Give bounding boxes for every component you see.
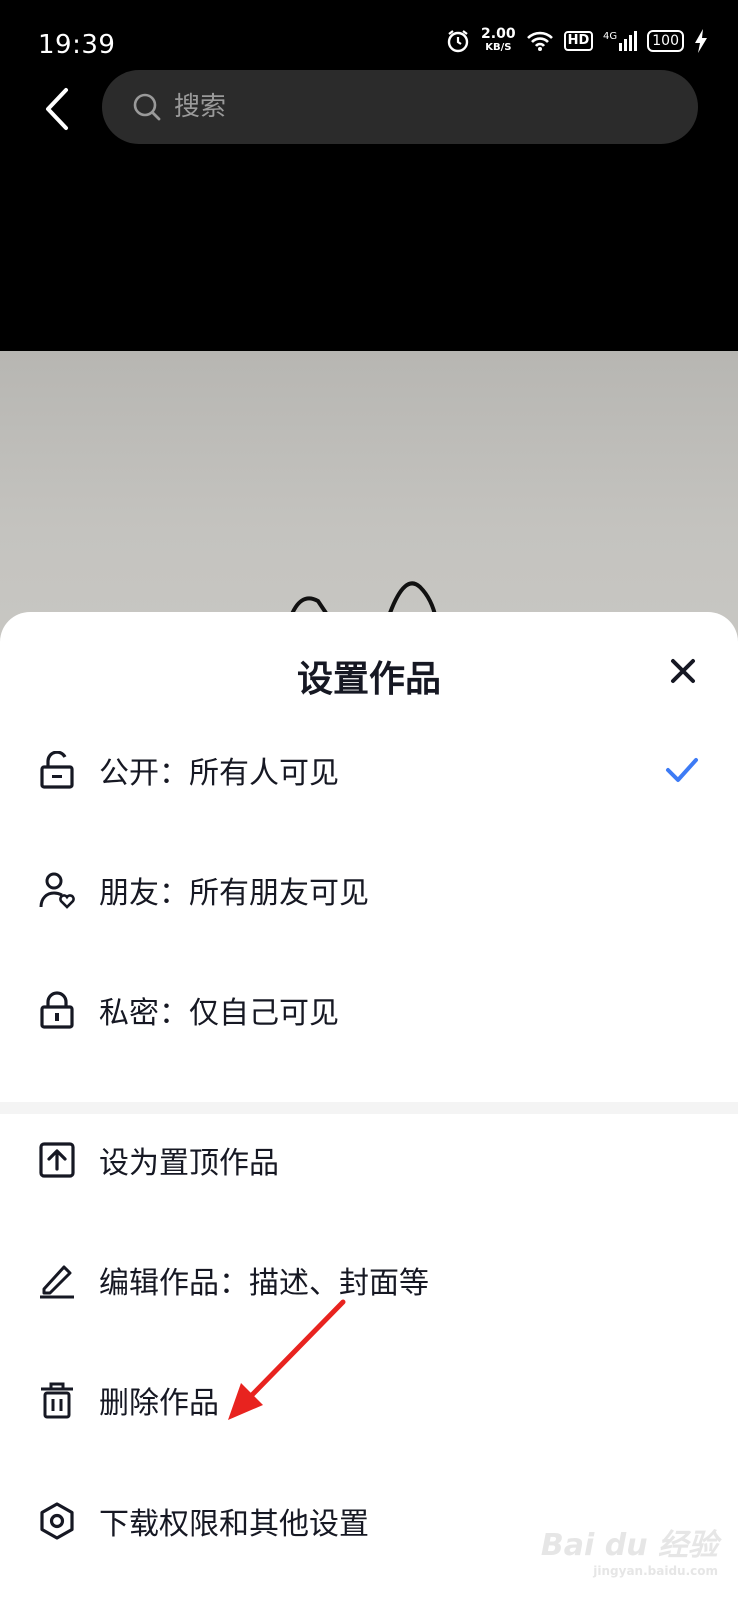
alarm-icon bbox=[447, 30, 469, 53]
top-bar bbox=[0, 64, 738, 152]
action-edit[interactable]: 编辑作品：描述、封面等 bbox=[0, 1220, 738, 1340]
cat-drawing bbox=[288, 581, 438, 621]
hd-badge: HD bbox=[563, 31, 594, 51]
status-time: 19:39 bbox=[38, 30, 116, 60]
video-preview bbox=[0, 351, 738, 651]
settings-sheet: 设置作品 公开：所有人可见 朋友：所有朋友可见 私密：仅自己可见 设为置顶作品 … bbox=[0, 612, 738, 1600]
svg-text:4G: 4G bbox=[603, 31, 617, 42]
search-bar[interactable] bbox=[102, 70, 698, 144]
charging-icon bbox=[695, 29, 707, 53]
privacy-option-label: 公开：所有人可见 bbox=[99, 756, 339, 791]
unlock-icon bbox=[40, 751, 74, 789]
search-icon bbox=[133, 93, 161, 121]
watermark: Bai du 经验 jingyan.baidu.com bbox=[540, 1528, 718, 1578]
privacy-option-private[interactable]: 私密：仅自己可见 bbox=[0, 950, 738, 1070]
sheet-title: 设置作品 bbox=[296, 659, 441, 700]
pencil-icon bbox=[40, 1265, 74, 1299]
settings-hexagon-icon bbox=[40, 1502, 74, 1540]
search-input[interactable] bbox=[172, 91, 656, 123]
action-label: 设为置顶作品 bbox=[99, 1146, 279, 1181]
signal-icon: 4G bbox=[603, 31, 638, 51]
privacy-option-label: 私密：仅自己可见 bbox=[99, 996, 339, 1031]
privacy-option-label: 朋友：所有朋友可见 bbox=[99, 876, 369, 911]
net-speed: 2.00 KB/S bbox=[481, 26, 516, 53]
pin-top-icon bbox=[39, 1142, 75, 1178]
action-pin-top[interactable]: 设为置顶作品 bbox=[0, 1100, 738, 1220]
back-arrow-icon[interactable] bbox=[36, 84, 80, 134]
privacy-option-public[interactable]: 公开：所有人可见 bbox=[0, 710, 738, 830]
wifi-icon bbox=[526, 31, 553, 51]
status-icons: 2.00 KB/S HD 4G 100 bbox=[445, 26, 708, 54]
friend-heart-icon bbox=[39, 872, 75, 909]
privacy-option-friends[interactable]: 朋友：所有朋友可见 bbox=[0, 830, 738, 950]
action-label: 下载权限和其他设置 bbox=[99, 1507, 369, 1542]
action-label: 编辑作品：描述、封面等 bbox=[99, 1266, 429, 1301]
close-icon[interactable] bbox=[668, 656, 698, 686]
action-label: 删除作品 bbox=[99, 1386, 219, 1421]
action-delete[interactable]: 删除作品 bbox=[0, 1340, 738, 1460]
check-icon bbox=[666, 758, 698, 782]
lock-icon bbox=[40, 991, 74, 1029]
trash-icon bbox=[41, 1382, 73, 1419]
battery-indicator: 100 bbox=[647, 30, 684, 52]
